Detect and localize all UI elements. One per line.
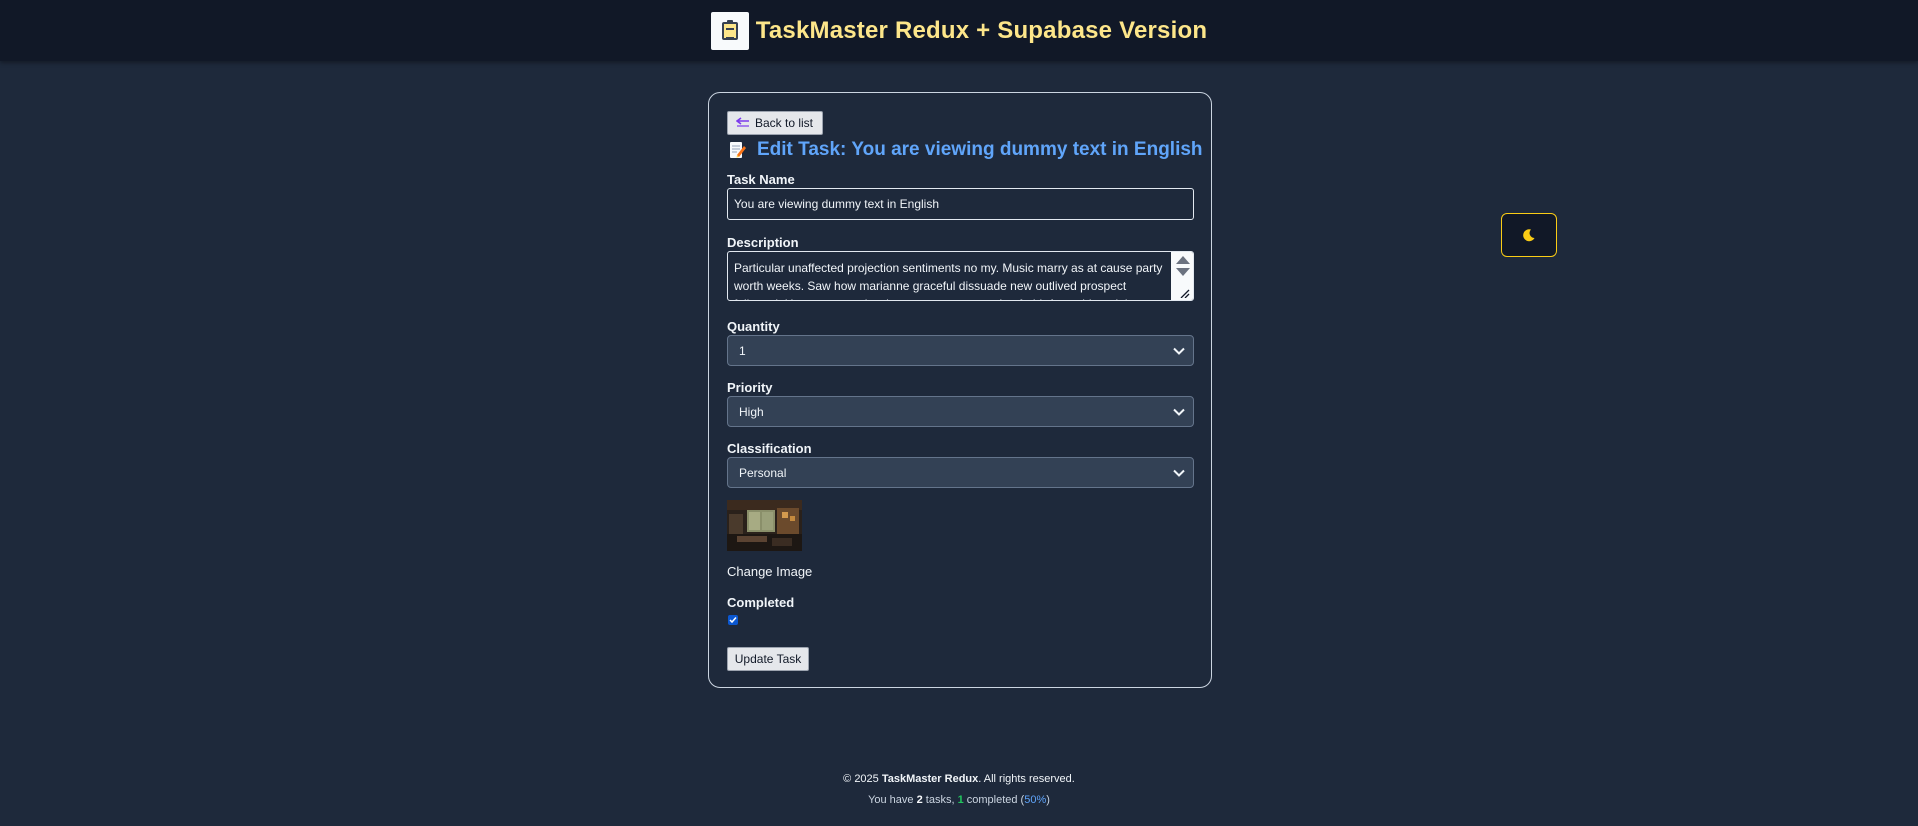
classification-label: Classification [727, 441, 812, 456]
scroll-down-icon[interactable] [1176, 268, 1190, 276]
stats-mid-1: tasks, [922, 794, 958, 806]
description-textarea[interactable]: Particular unaffected projection sentime… [727, 251, 1194, 301]
task-name-input[interactable]: You are viewing dummy text in English [727, 188, 1194, 220]
chevron-down-icon [1173, 469, 1185, 477]
task-name-label: Task Name [727, 172, 795, 187]
back-arrow-icon [736, 117, 750, 129]
quantity-value: 1 [739, 343, 746, 358]
classification-value: Personal [739, 465, 787, 480]
completed-label: Completed [727, 595, 795, 610]
classification-select[interactable]: Personal [727, 457, 1194, 488]
priority-label: Priority [727, 380, 773, 395]
edit-task-card: Back to list Edit Task: You are viewing … [708, 92, 1212, 688]
quantity-select[interactable]: 1 [727, 335, 1194, 366]
page-title-text: Edit Task: You are viewing dummy text in… [757, 139, 1203, 160]
chevron-down-icon [1173, 347, 1185, 355]
completion-percent: 50% [1024, 794, 1047, 806]
description-label: Description [727, 235, 799, 250]
change-image-link[interactable]: Change Image [727, 564, 812, 579]
app-header: TaskMaster Redux + Supabase Version [0, 0, 1918, 61]
theme-toggle-button[interactable] [1501, 213, 1557, 257]
stats-suffix: ) [1046, 794, 1050, 806]
description-text: Particular unaffected projection sentime… [734, 261, 1163, 300]
stats-prefix: You have [868, 794, 917, 806]
task-stats: You have 2 tasks, 1 completed (50%) [0, 794, 1918, 806]
scroll-up-icon[interactable] [1176, 256, 1190, 264]
back-to-list-label: Back to list [755, 116, 814, 130]
resize-grip-icon[interactable] [1178, 288, 1190, 298]
stats-mid-2: completed ( [963, 794, 1025, 806]
priority-value: High [739, 404, 764, 419]
copyright-suffix: . All rights reserved. [978, 773, 1075, 785]
quantity-label: Quantity [727, 319, 780, 334]
app-logo [710, 11, 749, 50]
app-title: TaskMaster Redux + Supabase Version [755, 16, 1208, 44]
back-to-list-button[interactable]: Back to list [727, 111, 823, 135]
memo-icon [727, 140, 747, 160]
clipboard-icon [721, 19, 738, 40]
task-image-thumbnail [727, 500, 802, 551]
completed-checkbox[interactable] [728, 615, 738, 625]
copyright-text: © 2025 TaskMaster Redux. All rights rese… [0, 773, 1918, 785]
priority-select[interactable]: High [727, 396, 1194, 427]
chevron-down-icon [1173, 408, 1185, 416]
update-task-button[interactable]: Update Task [727, 647, 809, 671]
footer-brand: TaskMaster Redux [881, 773, 979, 785]
checkmark-icon [729, 617, 737, 624]
moon-icon [1523, 229, 1535, 242]
copyright-prefix: © 2025 [843, 773, 882, 785]
page-title: Edit Task: You are viewing dummy text in… [727, 137, 1203, 163]
